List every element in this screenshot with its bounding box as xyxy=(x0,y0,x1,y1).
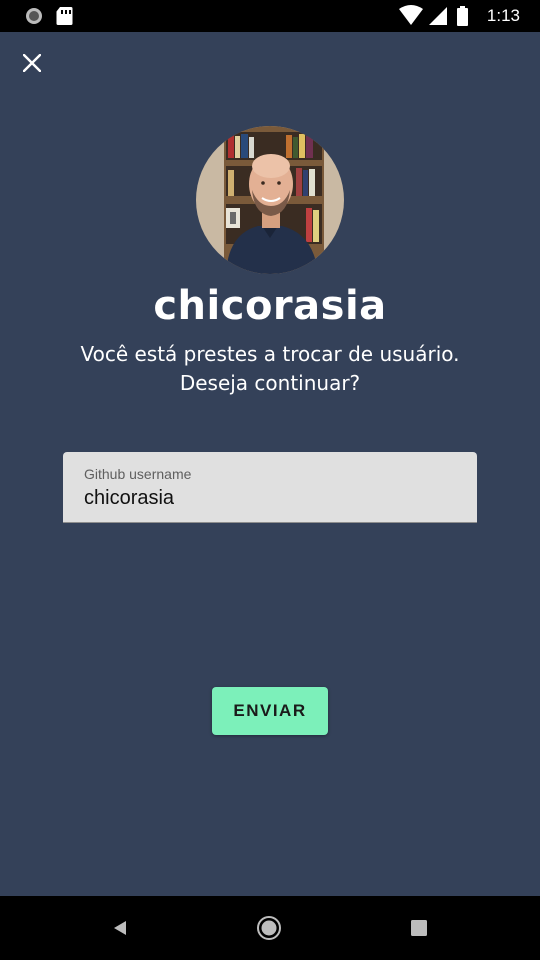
github-username-label: Github username xyxy=(84,466,192,482)
profile-username: chicorasia xyxy=(153,283,387,329)
confirmation-message-line1: Você está prestes a trocar de usuário. xyxy=(80,342,460,366)
github-username-field[interactable]: Github username chicorasia xyxy=(63,452,477,523)
status-time: 1:13 xyxy=(486,6,520,25)
confirmation-message-line2: Deseja continuar? xyxy=(179,371,361,395)
recents-icon xyxy=(411,920,427,936)
avatar xyxy=(196,126,344,274)
status-bar: 1:13 xyxy=(0,0,540,32)
close-icon xyxy=(23,54,41,72)
sync-icon xyxy=(26,8,42,24)
status-left-icons xyxy=(24,6,84,26)
home-button[interactable] xyxy=(253,912,285,944)
wifi-icon xyxy=(398,5,423,25)
battery-icon xyxy=(456,6,468,26)
nav-bar xyxy=(0,896,540,960)
submit-button[interactable]: ENVIAR xyxy=(212,687,328,735)
recents-button[interactable] xyxy=(403,912,435,944)
home-icon xyxy=(257,916,281,940)
back-button[interactable] xyxy=(104,912,136,944)
sd-card-icon xyxy=(56,7,73,25)
back-icon xyxy=(114,921,126,935)
github-username-input[interactable]: chicorasia xyxy=(84,487,174,510)
status-right: 1:13 xyxy=(397,5,520,27)
confirmation-message: Você está prestes a trocar de usuário. D… xyxy=(0,340,540,398)
close-button[interactable] xyxy=(16,47,48,79)
signal-icon xyxy=(428,7,447,25)
